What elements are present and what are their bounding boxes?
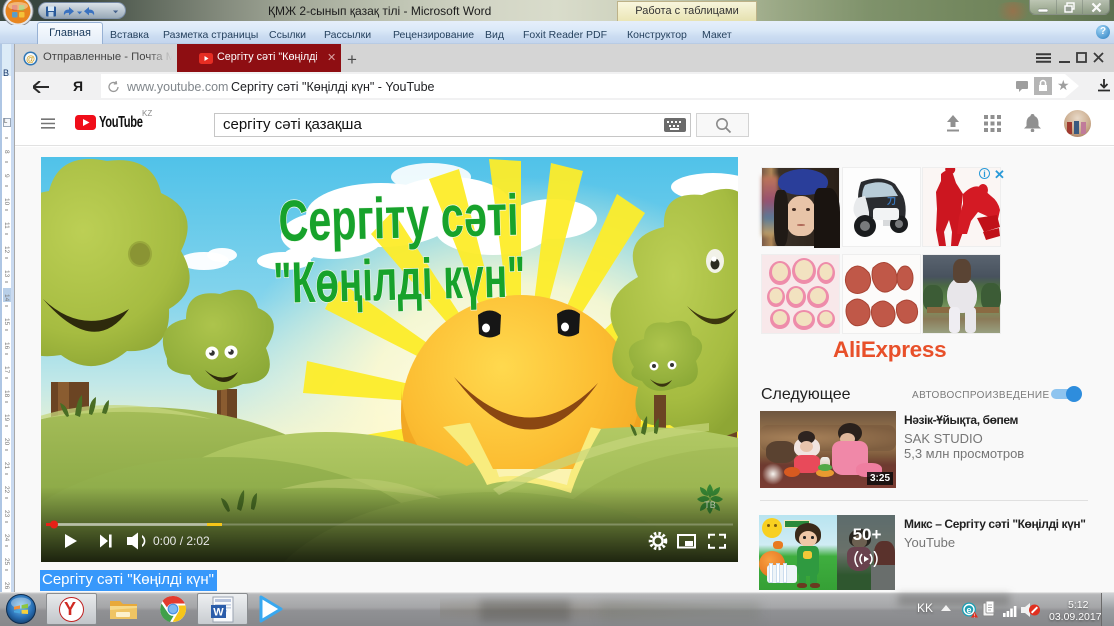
svg-text:25: 25 [3, 558, 10, 566]
svg-text:19: 19 [3, 414, 10, 422]
svg-text:17: 17 [3, 366, 10, 374]
svg-text:Сергіту сәті: Сергіту сәті [278, 183, 520, 254]
svg-text:23: 23 [3, 510, 10, 518]
svg-text:12: 12 [3, 246, 10, 254]
svg-text:刀: 刀 [887, 196, 896, 206]
svg-text:10: 10 [3, 198, 10, 206]
svg-text:26: 26 [3, 582, 10, 590]
svg-text:14: 14 [3, 294, 10, 302]
svg-text:22: 22 [3, 486, 10, 494]
svg-text:15: 15 [3, 318, 10, 326]
svg-text:18: 18 [3, 390, 10, 398]
svg-text:W: W [213, 607, 224, 619]
svg-text:21: 21 [3, 462, 10, 470]
svg-text:"Көңілді күн": "Көңілді күн" [273, 244, 527, 316]
svg-text:@: @ [26, 54, 35, 64]
svg-text:9: 9 [3, 174, 10, 178]
svg-text:0:00 / 2:02: 0:00 / 2:02 [153, 534, 210, 548]
svg-text:20: 20 [3, 438, 10, 446]
svg-text:16: 16 [3, 342, 10, 350]
svg-text:8: 8 [3, 150, 10, 154]
svg-text:24: 24 [3, 534, 10, 542]
svg-text:11: 11 [3, 222, 10, 229]
svg-text:13: 13 [3, 270, 10, 278]
svg-text:e: e [966, 605, 971, 615]
